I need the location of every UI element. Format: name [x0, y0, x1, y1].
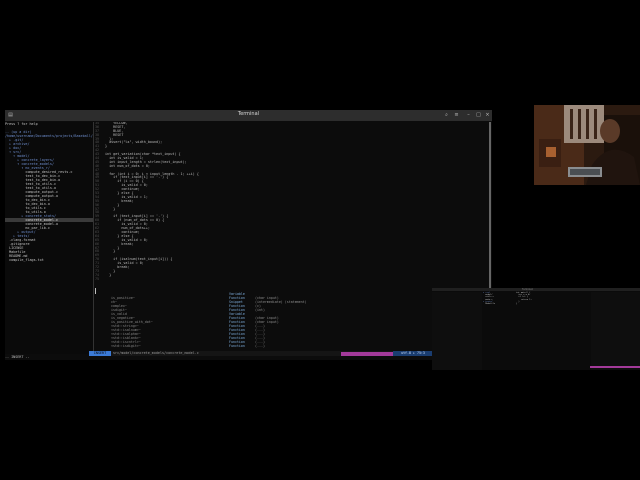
webcam-overlay [534, 105, 640, 185]
completion-desc: (intermediate) (statement) [255, 300, 307, 304]
thumbnail-right-pane [591, 292, 640, 370]
thumbnail-editor-pane: int main() { int x = 0; if (x) { return … [516, 292, 532, 305]
search-icon[interactable]: ⌕ [443, 112, 450, 119]
completion-key: <std::isdigit>~ [111, 344, 141, 348]
terminal-window: ▤ Terminal ⌕ ≡ – □ × Press ? for help.. … [5, 110, 492, 360]
completion-item[interactable]: <std::isdigit>~ Function (...) [111, 344, 311, 348]
line-code: int num_of_dots = 0; [105, 163, 150, 168]
split-divider[interactable] [93, 122, 94, 354]
line-code: } [105, 206, 116, 211]
line-code: } [105, 144, 108, 149]
line-code: assert("%s", width_bound); [105, 140, 163, 145]
thumbnail-topbar: Terminal [432, 288, 640, 291]
desktop-thumbnail: Terminal ▾ src/ model/ utils.c main.c ▸ … [432, 288, 640, 370]
window-titlebar: ▤ Terminal ⌕ ≡ – □ × [5, 110, 492, 121]
line-number: 75 [95, 276, 100, 281]
completion-desc: (...) [255, 344, 265, 348]
status-segment [341, 352, 393, 356]
thumbnail-title: Terminal [522, 288, 534, 291]
window-title: Terminal [237, 111, 260, 117]
text-cursor [95, 288, 96, 294]
webcam-image [534, 105, 640, 185]
close-icon[interactable]: × [484, 112, 491, 119]
minimize-icon[interactable]: – [465, 112, 472, 119]
completion-desc: (int) [255, 308, 265, 312]
tree-item[interactable]: compile_flags.txt [5, 258, 93, 262]
status-file-path: src/model/concrete_models/concrete_model… [113, 351, 199, 355]
thumbnail-tree-pane: ▾ src/ model/ utils.c main.c ▸ tests/ Ma… [483, 292, 496, 305]
cursor-position: utf-8 ▸ 75:3 [393, 351, 433, 356]
code-line[interactable]: 75 [95, 276, 490, 282]
file-tree[interactable]: Press ? for help.. (up a dir)/home/usern… [5, 122, 93, 354]
mode-indicator: INSERT [89, 351, 111, 356]
maximize-icon[interactable]: □ [475, 112, 482, 119]
line-code: } [105, 272, 112, 277]
hamburger-menu-icon[interactable]: ≡ [453, 112, 460, 119]
command-line[interactable]: -- INSERT -- [5, 355, 85, 360]
completion-type: Function [229, 344, 245, 348]
line-code: } [105, 249, 116, 254]
completion-popup[interactable]: Variable is_positive~ Function (char input)… [111, 292, 311, 352]
code-editor[interactable]: 35 YELLOW, 36 RESET, 37 BLUE, 38 RESET 39 };… [95, 122, 490, 287]
scrollbar[interactable] [489, 122, 491, 292]
thumbnail-left-pane [432, 292, 482, 370]
thumbnail-status-segment [590, 366, 640, 368]
